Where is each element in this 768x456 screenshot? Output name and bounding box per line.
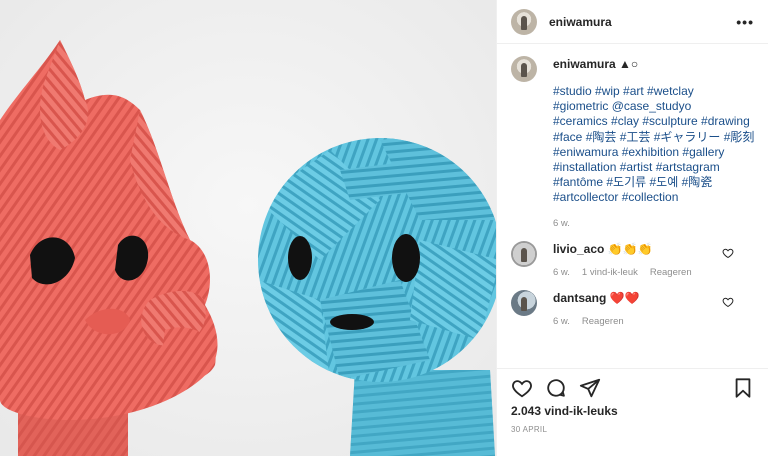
avatar[interactable] [511, 289, 537, 316]
comment-time[interactable]: 6 w. [553, 267, 570, 278]
reply-button[interactable]: Reageren [582, 316, 624, 327]
hashtag-line[interactable]: #eniwamura #exhibition #gallery [553, 145, 754, 160]
likes-count[interactable]: 2.043 vind-ik-leuks [511, 404, 618, 418]
hashtag-line[interactable]: #artcollector #collection [553, 190, 754, 205]
bookmark-icon[interactable] [732, 377, 754, 399]
avatar[interactable] [511, 56, 537, 82]
heart-icon[interactable] [722, 296, 734, 308]
comment-text: ❤️❤️ [609, 290, 640, 305]
avatar[interactable] [511, 8, 537, 35]
heart-icon[interactable] [722, 247, 734, 259]
paper-plane-icon[interactable] [579, 377, 601, 399]
post-actions [511, 376, 754, 400]
hashtag-line[interactable]: #installation #artist #artstagram [553, 160, 754, 175]
caption-username[interactable]: eniwamura [553, 57, 616, 71]
comments-section: eniwamura ▲○ #studio #wip #art #wetclay … [497, 56, 768, 339]
hashtag-line[interactable]: #studio #wip #art #wetclay [553, 84, 754, 99]
comment-row: dantsang ❤️❤️ 6 w. Reageren [511, 289, 754, 327]
divider [497, 368, 768, 369]
caption-time[interactable]: 6 w. [553, 218, 570, 229]
comment-username[interactable]: livio_aco [553, 242, 604, 256]
caption-row: eniwamura ▲○ #studio #wip #art #wetclay … [511, 56, 754, 229]
avatar[interactable] [511, 240, 537, 267]
comment-row: livio_aco 👏👏👏 6 w. 1 vind-ik-leuk Reager… [511, 240, 754, 278]
heart-icon[interactable] [511, 377, 533, 399]
hashtag-line[interactable]: #giometric @case_studyo [553, 99, 754, 114]
post-header: eniwamura ••• [497, 0, 768, 44]
more-dots-icon[interactable]: ••• [736, 14, 754, 30]
caption-user-suffix: ▲○ [619, 57, 639, 71]
comment-username[interactable]: dantsang [553, 291, 606, 305]
hashtag-line[interactable]: #fantôme #도기류 #도예 #陶瓷 [553, 175, 754, 190]
post-side-panel: eniwamura ••• eniwamura ▲○ #studio #wip … [496, 0, 768, 456]
post-date[interactable]: 30 APRIL [511, 425, 547, 434]
post-username[interactable]: eniwamura [549, 15, 612, 29]
comment-likes-count[interactable]: 1 vind-ik-leuk [582, 267, 638, 278]
hashtag-line[interactable]: #face #陶芸 #工芸 #ギャラリー #彫刻 [553, 130, 754, 145]
reply-button[interactable]: Reageren [650, 267, 692, 278]
comment-icon[interactable] [545, 377, 567, 399]
comment-time[interactable]: 6 w. [553, 316, 570, 327]
post-photo[interactable] [0, 0, 496, 456]
sculpture-photo [0, 0, 496, 456]
hashtag-line[interactable]: #ceramics #clay #sculpture #drawing [553, 114, 754, 129]
comment-text: 👏👏👏 [607, 241, 653, 256]
caption-hashtags: #studio #wip #art #wetclay #giometric @c… [553, 84, 754, 206]
